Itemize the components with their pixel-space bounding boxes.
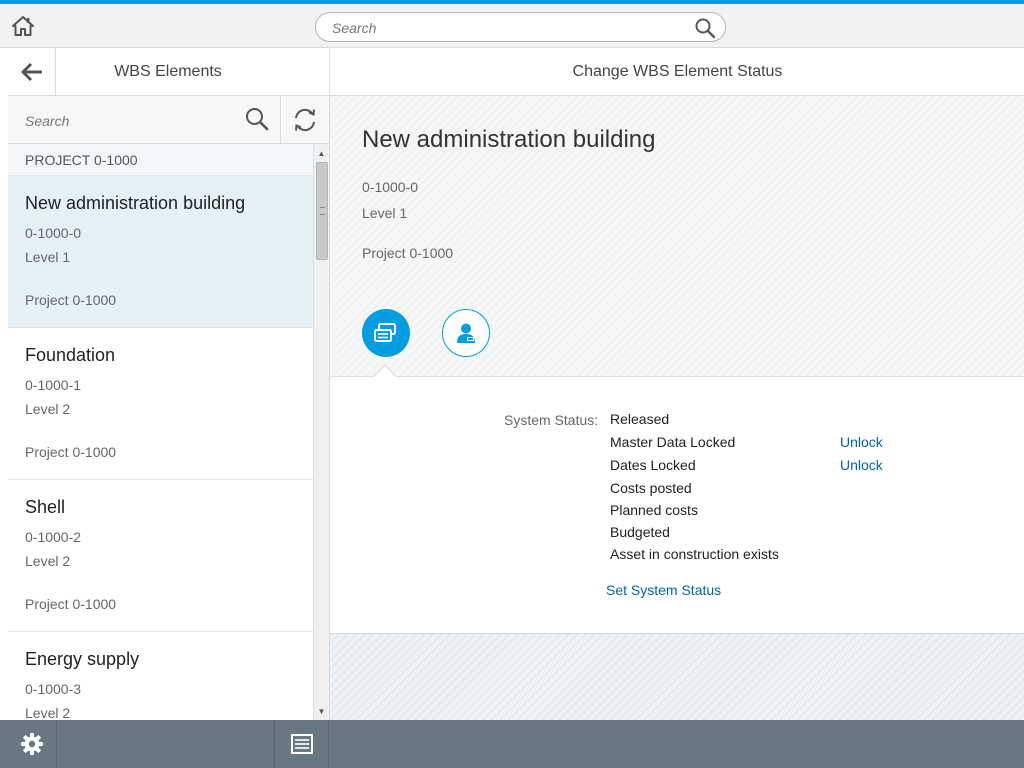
tab-status[interactable] bbox=[362, 309, 410, 357]
list-item-title: Shell bbox=[25, 497, 66, 517]
status-value: Master Data Locked bbox=[610, 434, 736, 450]
object-title: New administration building bbox=[362, 126, 656, 153]
wbs-list: PROJECT 0-1000 New administration buildi… bbox=[8, 144, 329, 720]
list-item-title: Energy supply bbox=[25, 649, 140, 669]
unlock-master-data-link[interactable]: Unlock bbox=[840, 434, 883, 450]
set-system-status-link[interactable]: Set System Status bbox=[606, 582, 721, 598]
search-icon[interactable] bbox=[694, 17, 716, 39]
search-icon[interactable] bbox=[244, 106, 270, 132]
list-item[interactable]: Foundation 0-1000-1 Level 2 Project 0-10… bbox=[8, 328, 313, 480]
gear-icon bbox=[21, 733, 43, 755]
list-item-id: 0-1000-1 bbox=[25, 377, 82, 393]
back-button[interactable] bbox=[8, 48, 56, 96]
status-value: Dates Locked bbox=[610, 457, 696, 473]
detail-background bbox=[330, 634, 1024, 720]
object-header: New administration building 0-1000-0 Lev… bbox=[330, 96, 1024, 377]
master-search-bar bbox=[8, 96, 329, 144]
unlock-dates-link[interactable]: Unlock bbox=[840, 457, 883, 473]
list-item[interactable]: Energy supply 0-1000-3 Level 2 bbox=[8, 632, 313, 720]
system-status-label: System Status: bbox=[504, 412, 599, 428]
list-view-button[interactable] bbox=[274, 720, 329, 768]
status-value: Asset in construction exists bbox=[610, 546, 779, 562]
master-title: WBS Elements bbox=[114, 63, 222, 80]
list-item-title: New administration building bbox=[25, 193, 246, 213]
list-item-project: Project 0-1000 bbox=[25, 292, 117, 308]
status-value: Released bbox=[610, 411, 670, 427]
group-header: PROJECT 0-1000 bbox=[8, 144, 313, 176]
home-icon bbox=[12, 16, 34, 36]
detail-title: Change WBS Element Status bbox=[572, 63, 783, 80]
list-item-level: Level 2 bbox=[25, 401, 71, 417]
list-item[interactable]: Shell 0-1000-2 Level 2 Project 0-1000 bbox=[8, 480, 313, 632]
object-id: 0-1000-0 bbox=[362, 179, 419, 195]
scroll-up-arrow-icon[interactable]: ▲ bbox=[314, 146, 329, 160]
list-item-project: Project 0-1000 bbox=[25, 596, 117, 612]
status-value: Budgeted bbox=[610, 524, 670, 540]
back-arrow-icon bbox=[21, 62, 42, 82]
list-icon bbox=[290, 734, 313, 754]
home-button[interactable] bbox=[10, 13, 36, 39]
status-value: Planned costs bbox=[610, 502, 698, 518]
list-item-level: Level 2 bbox=[25, 553, 71, 569]
list-item[interactable]: New administration building 0-1000-0 Lev… bbox=[8, 176, 313, 328]
status-value: Costs posted bbox=[610, 480, 692, 496]
shell-search-input[interactable] bbox=[332, 19, 692, 37]
settings-button[interactable] bbox=[8, 720, 57, 768]
footer-toolbar bbox=[0, 720, 1024, 768]
master-header: WBS Elements bbox=[8, 48, 329, 96]
detail-pane: Change WBS Element Status New administra… bbox=[329, 48, 1024, 720]
list-item-id: 0-1000-3 bbox=[25, 681, 82, 697]
user-tab-icon bbox=[457, 323, 475, 343]
object-project: Project 0-1000 bbox=[362, 245, 454, 261]
detail-header: Change WBS Element Status bbox=[330, 48, 1024, 96]
list-item-title: Foundation bbox=[25, 345, 116, 365]
list-item-level: Level 2 bbox=[25, 705, 71, 720]
list-scrollbar[interactable]: ▲ ▼ bbox=[313, 144, 329, 720]
shell-bar bbox=[0, 4, 1024, 48]
list-item-id: 0-1000-2 bbox=[25, 529, 82, 545]
list-item-level: Level 1 bbox=[25, 249, 71, 265]
refresh-icon bbox=[295, 108, 315, 132]
master-pane: WBS Elements PROJECT 0-1000 New administ… bbox=[8, 48, 329, 720]
tab-responsible[interactable] bbox=[442, 309, 490, 357]
object-level: Level 1 bbox=[362, 205, 408, 221]
system-status-panel: System Status: Released Master Data Lock… bbox=[330, 377, 1024, 634]
refresh-button[interactable] bbox=[280, 96, 329, 144]
list-item-id: 0-1000-0 bbox=[25, 225, 82, 241]
scroll-down-arrow-icon[interactable]: ▼ bbox=[314, 704, 329, 718]
master-search-input[interactable] bbox=[25, 111, 235, 131]
shell-search-field bbox=[315, 12, 726, 42]
list-item-project: Project 0-1000 bbox=[25, 444, 117, 460]
status-tab-icon bbox=[374, 323, 396, 342]
scroll-thumb[interactable] bbox=[316, 162, 328, 260]
